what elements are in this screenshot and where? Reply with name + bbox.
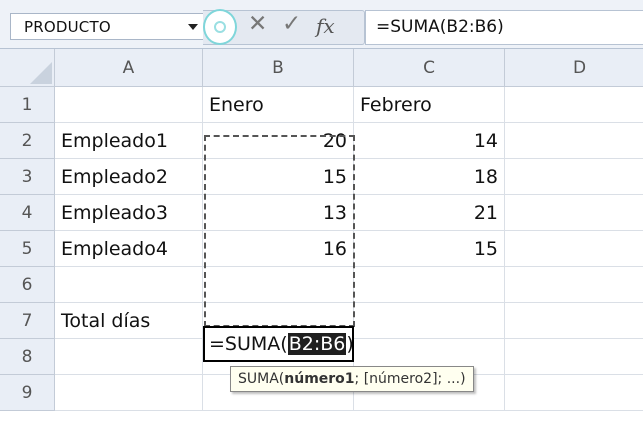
column-header-b[interactable]: B [203, 49, 354, 87]
formula-prefix: =SUMA( [209, 333, 288, 355]
row-header-8[interactable]: 8 [0, 339, 55, 375]
name-box[interactable]: PRODUCTO [10, 13, 204, 40]
cell-d5[interactable] [505, 231, 643, 267]
row-header-6[interactable]: 6 [0, 267, 55, 303]
chevron-down-icon[interactable] [188, 24, 198, 30]
insert-function-icon[interactable]: fx [316, 14, 335, 38]
select-all-icon [30, 62, 52, 84]
name-box-value: PRODUCTO [24, 18, 111, 36]
cell-a3[interactable]: Empleado2 [55, 159, 203, 195]
cell-c2[interactable]: 14 [354, 123, 505, 159]
cell-a6[interactable] [55, 267, 203, 303]
cell-b3[interactable]: 15 [203, 159, 354, 195]
cell-a1[interactable] [55, 87, 203, 123]
cell-d7[interactable] [505, 303, 643, 339]
cell-a8[interactable] [55, 339, 203, 375]
cell-d8[interactable] [505, 339, 643, 375]
row-header-3[interactable]: 3 [0, 159, 55, 195]
cell-c6[interactable] [354, 267, 505, 303]
cell-a7[interactable]: Total días [55, 303, 203, 339]
selected-range-reference: B2:B6 [287, 333, 347, 355]
tooltip-arg-current: número1 [284, 371, 355, 387]
formula-input[interactable]: =SUMA(B2:B6) [365, 10, 643, 45]
column-header-d[interactable]: D [505, 49, 643, 87]
formula-suffix: ) [346, 333, 354, 355]
cell-d1[interactable] [505, 87, 643, 123]
cell-b4[interactable]: 13 [203, 195, 354, 231]
row-header-4[interactable]: 4 [0, 195, 55, 231]
cell-c4[interactable]: 21 [354, 195, 505, 231]
cell-d3[interactable] [505, 159, 643, 195]
row-header-1[interactable]: 1 [0, 87, 55, 123]
row-header-7[interactable]: 7 [0, 303, 55, 339]
enter-icon[interactable]: ✓ [282, 12, 301, 36]
tooltip-function: SUMA( [238, 371, 285, 387]
cell-a4[interactable]: Empleado3 [55, 195, 203, 231]
cancel-icon[interactable]: ✕ [248, 12, 267, 36]
row-header-2[interactable]: 2 [0, 123, 55, 159]
cell-d6[interactable] [505, 267, 643, 303]
column-header-a[interactable]: A [55, 49, 203, 87]
cell-b2[interactable]: 20 [203, 123, 354, 159]
circle-icon [214, 21, 226, 33]
cell-b5[interactable]: 16 [203, 231, 354, 267]
row-header-5[interactable]: 5 [0, 231, 55, 267]
function-tooltip: SUMA(número1; [número2]; ...) [230, 366, 474, 392]
row-header-9[interactable]: 9 [0, 375, 55, 411]
cell-b6[interactable] [203, 267, 354, 303]
cell-c7[interactable] [354, 303, 505, 339]
column-header-c[interactable]: C [354, 49, 505, 87]
cell-d4[interactable] [505, 195, 643, 231]
cell-a9[interactable] [55, 375, 203, 411]
cell-a5[interactable]: Empleado4 [55, 231, 203, 267]
cell-a2[interactable]: Empleado1 [55, 123, 203, 159]
cell-c1[interactable]: Febrero [354, 87, 505, 123]
cell-edit-text: =SUMA(B2:B6) [209, 333, 354, 355]
cell-b1[interactable]: Enero [203, 87, 354, 123]
cell-c5[interactable]: 15 [354, 231, 505, 267]
cell-c3[interactable]: 18 [354, 159, 505, 195]
formula-text: =SUMA(B2:B6) [376, 17, 504, 37]
cell-d9[interactable] [505, 375, 643, 411]
tooltip-args-rest: ; [número2]; ...) [354, 371, 466, 387]
cell-d2[interactable] [505, 123, 643, 159]
active-cell-b7[interactable]: =SUMA(B2:B6) [203, 326, 354, 362]
